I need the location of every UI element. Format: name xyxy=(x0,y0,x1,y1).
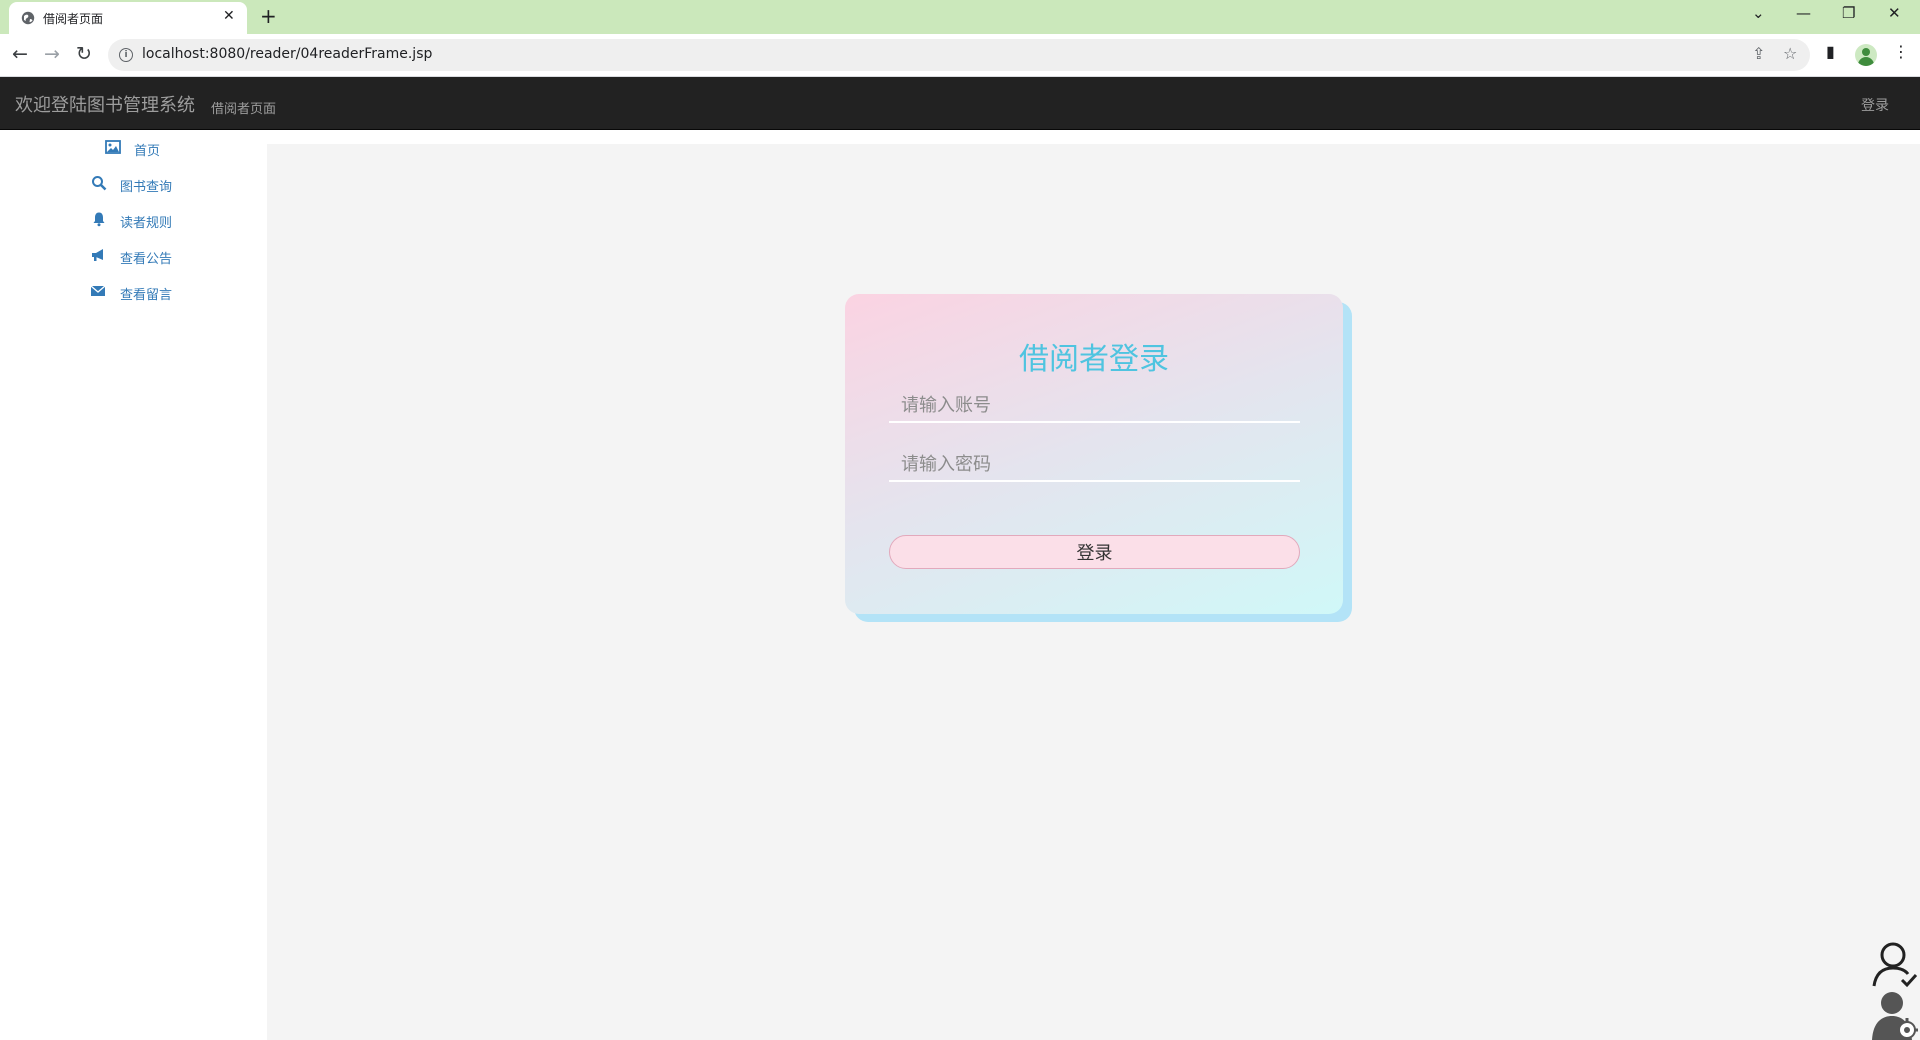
bookmark-star-icon[interactable]: ☆ xyxy=(1783,44,1797,63)
forward-button[interactable]: → xyxy=(44,43,60,65)
sidebar-item-label: 查看公告 xyxy=(120,252,173,267)
navbar-login-link[interactable]: 登录 xyxy=(1861,95,1889,115)
url-text[interactable]: localhost:8080/reader/04readerFrame.jsp xyxy=(142,46,432,62)
minimize-button[interactable]: — xyxy=(1796,4,1811,22)
browser-tabstrip: 借阅者页面 ✕ + ⌄ — ❐ ✕ xyxy=(0,0,1920,34)
login-button[interactable]: 登录 xyxy=(889,535,1300,569)
login-title: 借阅者登录 xyxy=(1019,342,1169,377)
account-input[interactable] xyxy=(889,389,1300,423)
browser-tab[interactable]: 借阅者页面 ✕ xyxy=(9,2,247,34)
new-tab-button[interactable]: + xyxy=(260,4,277,28)
address-bar[interactable]: i localhost:8080/reader/04readerFrame.js… xyxy=(108,39,1810,71)
password-input[interactable] xyxy=(889,448,1300,482)
profile-avatar-icon[interactable] xyxy=(1855,44,1877,66)
share-icon[interactable]: ⇪ xyxy=(1752,44,1765,63)
tab-title: 借阅者页面 xyxy=(43,12,104,26)
sidebar-item-home[interactable]: 首页 xyxy=(0,130,267,166)
tab-close-icon[interactable]: ✕ xyxy=(223,8,235,24)
back-button[interactable]: ← xyxy=(12,43,28,65)
login-card: 借阅者登录 登录 xyxy=(845,294,1343,614)
browser-toolbar: ← → ↻ i localhost:8080/reader/04readerFr… xyxy=(0,34,1920,76)
brand-title[interactable]: 欢迎登陆图书管理系统 xyxy=(15,91,195,117)
restore-button[interactable]: ❐ xyxy=(1842,4,1855,22)
sidebar: 首页 图书查询 读者规则 查看公告 查看留言 xyxy=(0,130,267,1040)
user-settings-icon[interactable] xyxy=(1870,990,1918,1040)
envelope-icon xyxy=(90,285,106,296)
globe-icon xyxy=(21,11,35,25)
sidebar-item-label: 查看留言 xyxy=(120,288,173,303)
brand-subtitle: 借阅者页面 xyxy=(211,102,277,117)
sidebar-item-label: 图书查询 xyxy=(120,180,173,195)
sidebar-item-book-search[interactable]: 图书查询 xyxy=(0,166,267,202)
sidebar-item-label: 读者规则 xyxy=(120,216,173,231)
sidebar-item-messages[interactable]: 查看留言 xyxy=(0,274,267,310)
search-icon xyxy=(92,176,107,191)
sidebar-item-reader-rules[interactable]: 读者规则 xyxy=(0,202,267,238)
top-navbar: 欢迎登陆图书管理系统 借阅者页面 登录 xyxy=(0,77,1920,130)
side-panel-icon[interactable]: ▮ xyxy=(1826,42,1835,61)
sidebar-item-label: 首页 xyxy=(134,144,161,159)
browser-menu-icon[interactable]: ⋮ xyxy=(1893,42,1909,61)
user-check-icon[interactable] xyxy=(1872,940,1918,988)
window-close-button[interactable]: ✕ xyxy=(1888,4,1901,22)
info-icon[interactable]: i xyxy=(119,48,133,62)
sidebar-item-announcements[interactable]: 查看公告 xyxy=(0,238,267,274)
picture-icon xyxy=(105,140,121,154)
bullhorn-icon xyxy=(92,249,103,261)
bell-icon xyxy=(93,212,105,227)
reload-button[interactable]: ↻ xyxy=(76,43,92,65)
tab-search-icon[interactable]: ⌄ xyxy=(1752,4,1765,22)
